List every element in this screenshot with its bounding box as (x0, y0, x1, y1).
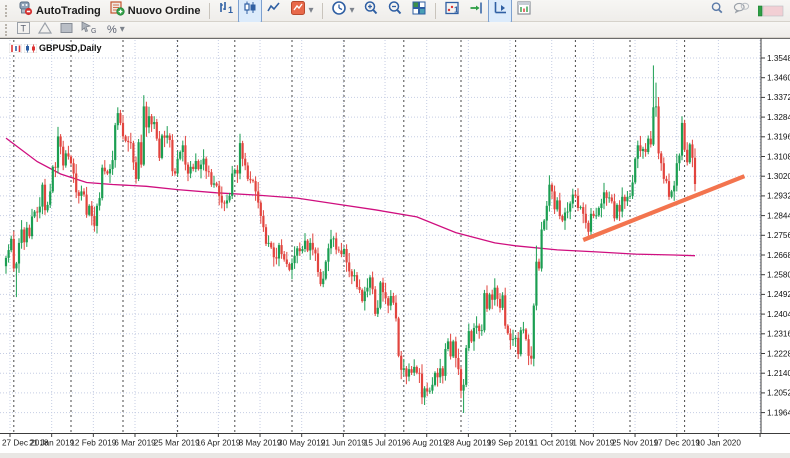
svg-text:1: 1 (454, 6, 459, 15)
chat-icon (732, 1, 750, 20)
percent-tool-button[interactable]: % ▾ (103, 23, 129, 37)
date-tick-label: 21 Jun 2019 (321, 439, 367, 448)
toolbar-grip[interactable] (5, 24, 10, 36)
toolbar-grip[interactable] (5, 5, 10, 17)
chevron-down-icon: ▾ (309, 6, 314, 16)
date-tick-label: 16 Apr 2019 (196, 439, 241, 448)
zoom-out-button[interactable] (383, 0, 407, 23)
price-tick-label: 1.28440 (767, 211, 790, 220)
price-tick-label: 1.34600 (767, 74, 790, 83)
search-button[interactable] (706, 0, 728, 22)
price-tick-label: 1.22280 (767, 349, 790, 358)
date-tick-label: 1 Nov 2019 (572, 439, 614, 448)
price-tick-label: 1.26680 (767, 251, 790, 260)
connection-bars-icon (758, 4, 784, 18)
chevron-down-icon: ▾ (120, 25, 125, 35)
date-tick-label: 28 Aug 2019 (445, 439, 491, 448)
candlestick-chart-button[interactable] (238, 0, 262, 23)
price-tick-label: 1.23160 (767, 330, 790, 339)
price-chart[interactable]: 1.35480 1.34600 1.33720 1.32840 1.31960 1.310… (0, 38, 790, 453)
gann-tools-icon: G (81, 21, 99, 39)
price-tick-label: 1.31960 (767, 133, 790, 142)
tile-windows-icon (411, 0, 427, 21)
price-tick-label: 1.20520 (767, 389, 790, 398)
auto-scroll-icon (492, 0, 508, 21)
text-tool-icon: T (17, 21, 30, 39)
new-order-icon (109, 0, 125, 21)
bar-chart-icon: 1 (218, 0, 234, 21)
charts-window-button[interactable] (512, 0, 536, 23)
price-tick-label: 1.27560 (767, 231, 790, 240)
separator (322, 3, 323, 19)
line-chart-button[interactable] (262, 0, 286, 23)
price-tick-label: 1.31080 (767, 152, 790, 161)
price-tick-label: 1.24920 (767, 290, 790, 299)
percent-tool-icon: % (107, 25, 117, 35)
chart-template-icon (290, 0, 306, 21)
separator (209, 3, 210, 19)
date-tick-label: 6 Mar 2019 (114, 439, 156, 448)
svg-text:T: T (21, 23, 27, 33)
date-tick-label: 25 Nov 2019 (612, 439, 659, 448)
connection-indicator (754, 2, 788, 20)
symbol-label: GBPUSD,Daily (9, 43, 102, 53)
tile-windows-button[interactable] (407, 0, 431, 23)
date-tick-label: 30 May 2019 (278, 439, 326, 448)
separator (435, 3, 436, 19)
chevron-down-icon: ▾ (350, 6, 355, 16)
main-toolbar: AutoTrading Nuovo Ordine 1 (0, 0, 790, 22)
date-tick-label: 17 Dec 2019 (654, 439, 701, 448)
date-tick-label: 11 Oct 2019 (530, 439, 574, 448)
timeframe-button[interactable]: ▾ (327, 0, 359, 23)
date-tick-label: 8 May 2019 (239, 439, 282, 448)
chart-shift-icon (468, 0, 484, 21)
auto-scroll-button[interactable] (488, 0, 512, 23)
svg-text:G: G (91, 28, 96, 34)
chart-shift-button[interactable] (464, 0, 488, 23)
drawing-toolbar: T G % ▾ (0, 22, 790, 38)
date-tick-label: 25 Mar 2019 (154, 439, 200, 448)
bar-chart-button[interactable]: 1 (214, 0, 238, 23)
date-tick-label: 10 Jan 2020 (696, 439, 742, 448)
chart-window: 1.35480 1.34600 1.33720 1.32840 1.31960 1.310… (0, 38, 790, 453)
chat-button[interactable] (728, 0, 754, 22)
date-tick-label: 21 Jan 2019 (29, 439, 75, 448)
charts-window-icon (516, 0, 532, 21)
price-tick-label: 1.24040 (767, 310, 790, 319)
svg-text:1: 1 (228, 5, 233, 15)
bars-count-button[interactable]: 1 (440, 0, 464, 23)
price-tick-label: 1.19640 (767, 408, 790, 417)
chart-template-button[interactable]: ▾ (286, 0, 318, 23)
candlestick-chart-icon (242, 0, 258, 21)
zoom-in-icon (363, 0, 379, 21)
price-tick-label: 1.30200 (767, 172, 790, 181)
price-tick-label: 1.32840 (767, 113, 790, 122)
symbol-label-text: GBPUSD,Daily (39, 43, 102, 53)
date-tick-label: 12 Feb 2019 (70, 439, 116, 448)
autotrading-icon (17, 0, 33, 21)
line-chart-icon (266, 0, 282, 21)
rectangle-tool-icon (60, 21, 73, 39)
new-order-label: Nuovo Ordine (128, 5, 201, 17)
price-tick-label: 1.29320 (767, 192, 790, 201)
bars-count-icon: 1 (444, 0, 460, 21)
bar-chart-mini-icon (9, 44, 22, 53)
candle-mini-icon (24, 44, 37, 53)
zoom-out-icon (387, 0, 403, 21)
price-tick-label: 1.21400 (767, 369, 790, 378)
price-tick-label: 1.35480 (767, 54, 790, 63)
date-tick-label: 6 Aug 2019 (406, 439, 448, 448)
triangle-tool-icon (38, 21, 52, 39)
date-tick-label: 19 Sep 2019 (487, 439, 534, 448)
date-tick-label: 15 Jul 2019 (364, 439, 407, 448)
chart-background (0, 38, 790, 453)
zoom-in-button[interactable] (359, 0, 383, 23)
new-order-button[interactable]: Nuovo Ordine (105, 0, 205, 23)
price-tick-label: 1.25800 (767, 271, 790, 280)
price-tick-label: 1.33720 (767, 93, 790, 102)
search-icon (710, 1, 724, 20)
timeframe-clock-icon (331, 0, 347, 21)
autotrading-label: AutoTrading (36, 5, 101, 17)
